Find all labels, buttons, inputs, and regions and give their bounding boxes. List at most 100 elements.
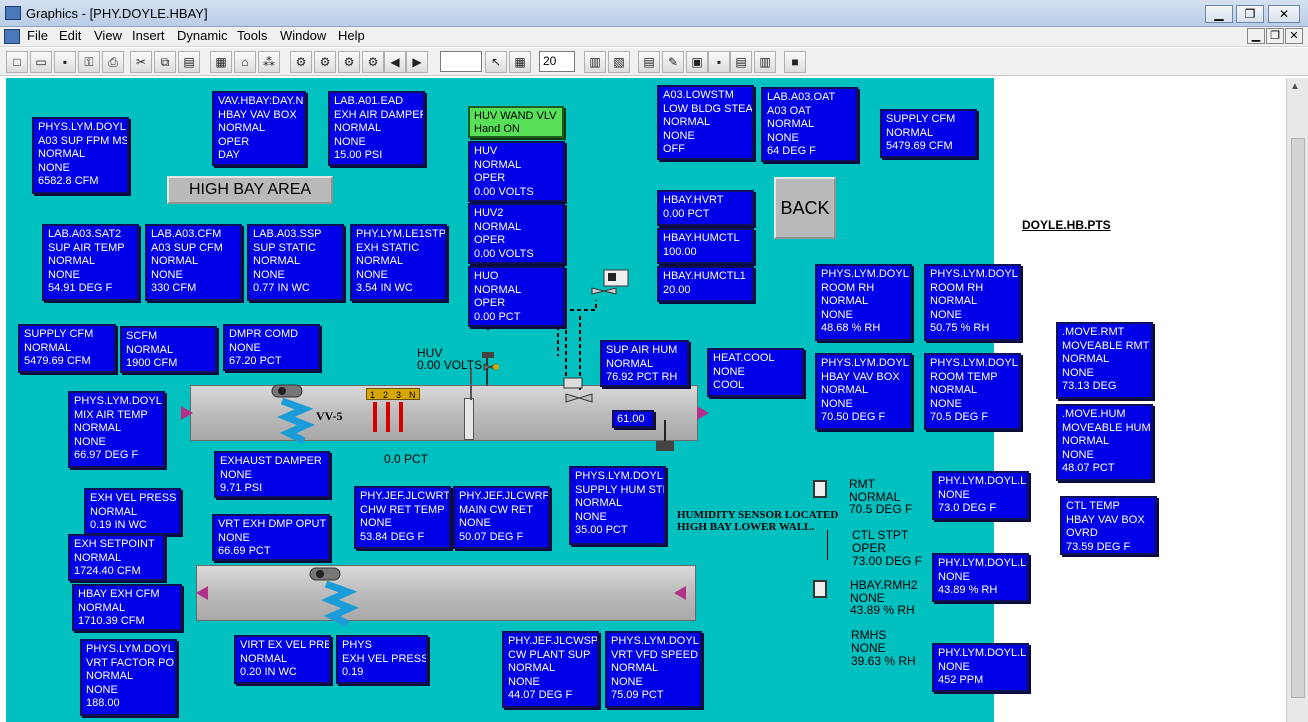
home-icon[interactable]: ⌂: [234, 51, 256, 73]
point-box[interactable]: HBAY.HVRT 0.00 PCT: [657, 190, 754, 226]
point-box[interactable]: HBAY.HUMCTL1 20.00: [657, 266, 754, 302]
point-box[interactable]: VRT EXH DMP OPUT NONE 66.69 PCT: [212, 514, 330, 561]
huv-wand-valve-indicator[interactable]: HUV WAND VLV Hand ON: [468, 106, 564, 138]
point-box[interactable]: EXH VEL PRESS NORMAL 0.19 IN WC: [84, 488, 181, 535]
scroll-thumb[interactable]: [1291, 138, 1305, 698]
tool-o-icon[interactable]: ■: [784, 51, 806, 73]
point-box[interactable]: PHY.JEF.JLCWRT CHW RET TEMP NONE 53.84 DEG …: [354, 486, 451, 549]
point-box[interactable]: PHY.JEF.JLCWRP MAIN CW RET NONE 50.07 DEG F: [453, 486, 550, 549]
minimize-button[interactable]: ▁: [1205, 5, 1233, 23]
arrow-left-icon[interactable]: ◀: [384, 51, 406, 73]
point-box[interactable]: PHYS.LYM.DOYL. ROOM TEMP NORMAL NONE 70.5 DE…: [924, 353, 1021, 430]
point-box[interactable]: PHY.LYM.DOYL.L NONE 452 PPM: [932, 643, 1029, 692]
duct-value-box[interactable]: 61.00: [612, 410, 654, 428]
tool-a-icon[interactable]: ▦: [210, 51, 232, 73]
point-box[interactable]: HBAY.HUMCTL 100.00: [657, 228, 754, 264]
menu-dynamic[interactable]: Dynamic: [177, 28, 228, 43]
point-box[interactable]: EXH SETPOINT NORMAL 1724.40 CFM: [68, 534, 165, 581]
high-bay-area-button[interactable]: HIGH BAY AREA: [167, 176, 333, 204]
tool-d-icon[interactable]: ⚙: [314, 51, 336, 73]
tool-n-icon[interactable]: ▥: [754, 51, 776, 73]
point-box[interactable]: HUV2 NORMAL OPER 0.00 VOLTS: [468, 203, 565, 264]
point-box[interactable]: SUPPLY CFM NORMAL 5479.69 CFM: [18, 324, 116, 373]
point-box[interactable]: HUV NORMAL OPER 0.00 VOLTS: [468, 141, 565, 202]
point-box[interactable]: VIRT EX VEL PRE NORMAL 0.20 IN WC: [234, 635, 331, 684]
point-box[interactable]: PHYS.LYM.DOYL. ROOM RH NORMAL NONE 50.75 % R…: [924, 264, 1021, 341]
point-box[interactable]: PHY.JEF.JLCWSP CW PLANT SUP NORMAL NONE 44.0…: [502, 631, 599, 708]
huv-wand-status: Hand ON: [474, 123, 520, 135]
point-box[interactable]: .MOVE.HUM MOVEABLE HUMI NORMAL NONE 48.07 PC…: [1056, 404, 1153, 481]
point-box[interactable]: LAB.A03.SSP SUP STATIC NORMAL NONE 0.77 IN W…: [247, 224, 344, 301]
tool-c-icon[interactable]: ⚙: [290, 51, 312, 73]
tool-m-icon[interactable]: ▤: [730, 51, 752, 73]
point-box[interactable]: CTL TEMP HBAY VAV BOX OVRD 73.59 DEG F: [1060, 496, 1157, 555]
tool-l-icon[interactable]: ▪: [708, 51, 730, 73]
menu-window[interactable]: Window: [280, 28, 326, 43]
mdi-minimize-button[interactable]: ▁: [1247, 28, 1265, 44]
zoom-select[interactable]: 20: [539, 51, 575, 72]
save-icon[interactable]: ▪: [54, 51, 76, 73]
point-box[interactable]: SUP AIR HUM NORMAL 76.92 PCT RH: [600, 340, 689, 387]
point-box[interactable]: HUO NORMAL OPER 0.00 PCT: [468, 266, 565, 327]
mdi-restore-button[interactable]: ❐: [1266, 28, 1284, 44]
point-box[interactable]: PHYS.LYM.DOYL. VRT FACTOR POI NORMAL NONE 18…: [80, 639, 177, 716]
point-box[interactable]: LAB.A03.OAT A03 OAT NORMAL NONE 64 DEG F: [761, 87, 858, 162]
print-icon[interactable]: ⎙: [102, 51, 124, 73]
copy-icon[interactable]: ⧉: [154, 51, 176, 73]
document-icon[interactable]: [4, 29, 20, 44]
tool-g-icon[interactable]: ▥: [584, 51, 606, 73]
menu-file[interactable]: File: [27, 28, 48, 43]
tool-e-icon[interactable]: ⚙: [338, 51, 360, 73]
point-box[interactable]: HBAY EXH CFM NORMAL 1710.39 CFM: [72, 584, 182, 631]
point-box[interactable]: PHYS.LYM.DOYL. MIX AIR TEMP NORMAL NONE 66.9…: [68, 391, 165, 468]
paste-icon[interactable]: ▤: [178, 51, 200, 73]
point-box[interactable]: EXHAUST DAMPER NONE 9.71 PSI: [214, 451, 330, 498]
point-box[interactable]: .MOVE.RMT MOVEABLE RMT NORMAL NONE 73.13 DEG: [1056, 322, 1153, 399]
point-box[interactable]: SUPPLY CFM NORMAL 5479.69 CFM: [880, 109, 977, 158]
point-box[interactable]: SCFM NORMAL 1900 CFM: [120, 326, 217, 373]
back-button[interactable]: BACK: [774, 177, 836, 239]
point-box[interactable]: PHY.LYM.LE1STP EXH STATIC NORMAL NONE 3.54 I…: [350, 224, 447, 301]
point-box[interactable]: PHYS.LYM.DOYL. HBAY VAV BOX NORMAL NONE 70.5…: [815, 353, 912, 430]
menu-view[interactable]: View: [94, 28, 122, 43]
menu-edit[interactable]: Edit: [59, 28, 81, 43]
menu-help[interactable]: Help: [338, 28, 365, 43]
point-box[interactable]: PHYS.LYM.DOYL. SUPPLY HUM STP NORMAL NONE 35…: [569, 466, 666, 545]
mdi-close-button[interactable]: ✕: [1285, 28, 1303, 44]
cut-icon[interactable]: ✂: [130, 51, 152, 73]
menu-insert[interactable]: Insert: [132, 28, 165, 43]
point-box[interactable]: LAB.A01.EAD EXH AIR DAMPER NORMAL NONE 15.00…: [328, 91, 425, 166]
sensor-base-icon: [656, 441, 674, 451]
arrow-right-icon[interactable]: ▶: [406, 51, 428, 73]
point-box[interactable]: PHY.LYM.DOYL.L NONE 73.0 DEG F: [932, 471, 1029, 520]
layer-select[interactable]: [440, 51, 482, 72]
scroll-up-icon[interactable]: ▲: [1290, 81, 1300, 92]
point-box[interactable]: PHYS.LYM.DOYL. A03 SUP FPM MSI NORMAL NONE 6…: [32, 117, 129, 194]
key-icon[interactable]: ⚿: [78, 51, 100, 73]
tool-h-icon[interactable]: ▧: [608, 51, 630, 73]
point-box[interactable]: LAB.A03.CFM A03 SUP CFM NORMAL NONE 330 CFM: [145, 224, 242, 301]
vertical-scrollbar[interactable]: ▲: [1286, 78, 1308, 722]
point-box[interactable]: A03.LOWSTM LOW BLDG STEA NORMAL NONE OFF: [657, 85, 754, 160]
maximize-button[interactable]: ❐: [1236, 5, 1264, 23]
tool-j-icon[interactable]: ✎: [662, 51, 684, 73]
tool-b-icon[interactable]: ⁂: [258, 51, 280, 73]
tool-i-icon[interactable]: ▤: [638, 51, 660, 73]
tool-k-icon[interactable]: ▣: [686, 51, 708, 73]
point-box[interactable]: PHYS.LYM.DOYL. ROOM RH NORMAL NONE 48.68 % R…: [815, 264, 912, 341]
point-box[interactable]: HEAT.COOL NONE COOL: [707, 348, 804, 397]
point-box[interactable]: PHY.LYM.DOYL.L NONE 43.89 % RH: [932, 553, 1029, 602]
new-icon[interactable]: □: [6, 51, 28, 73]
point-box[interactable]: LAB.A03.SAT2 SUP AIR TEMP NORMAL NONE 54.91 …: [42, 224, 139, 301]
menu-tools[interactable]: Tools: [237, 28, 267, 43]
point-box[interactable]: PHYS.LYM.DOYL. VRT VFD SPEED NORMAL NONE 75.…: [605, 631, 702, 708]
open-icon[interactable]: ▭: [30, 51, 52, 73]
grid-icon[interactable]: ▦: [509, 51, 531, 73]
point-box[interactable]: PHYS EXH VEL PRESS 0.19: [336, 635, 428, 684]
tool-f-icon[interactable]: ⚙: [362, 51, 384, 73]
point-box[interactable]: DMPR COMD NONE 67.20 PCT: [223, 324, 320, 371]
pointer-icon[interactable]: ↖: [485, 51, 507, 73]
doyle-hb-pts-link[interactable]: DOYLE.HB.PTS: [1022, 219, 1111, 232]
close-button[interactable]: ✕: [1268, 5, 1300, 23]
point-box[interactable]: VAV.HBAY:DAY.N HBAY VAV BOX NORMAL OPER DAY: [212, 91, 306, 166]
